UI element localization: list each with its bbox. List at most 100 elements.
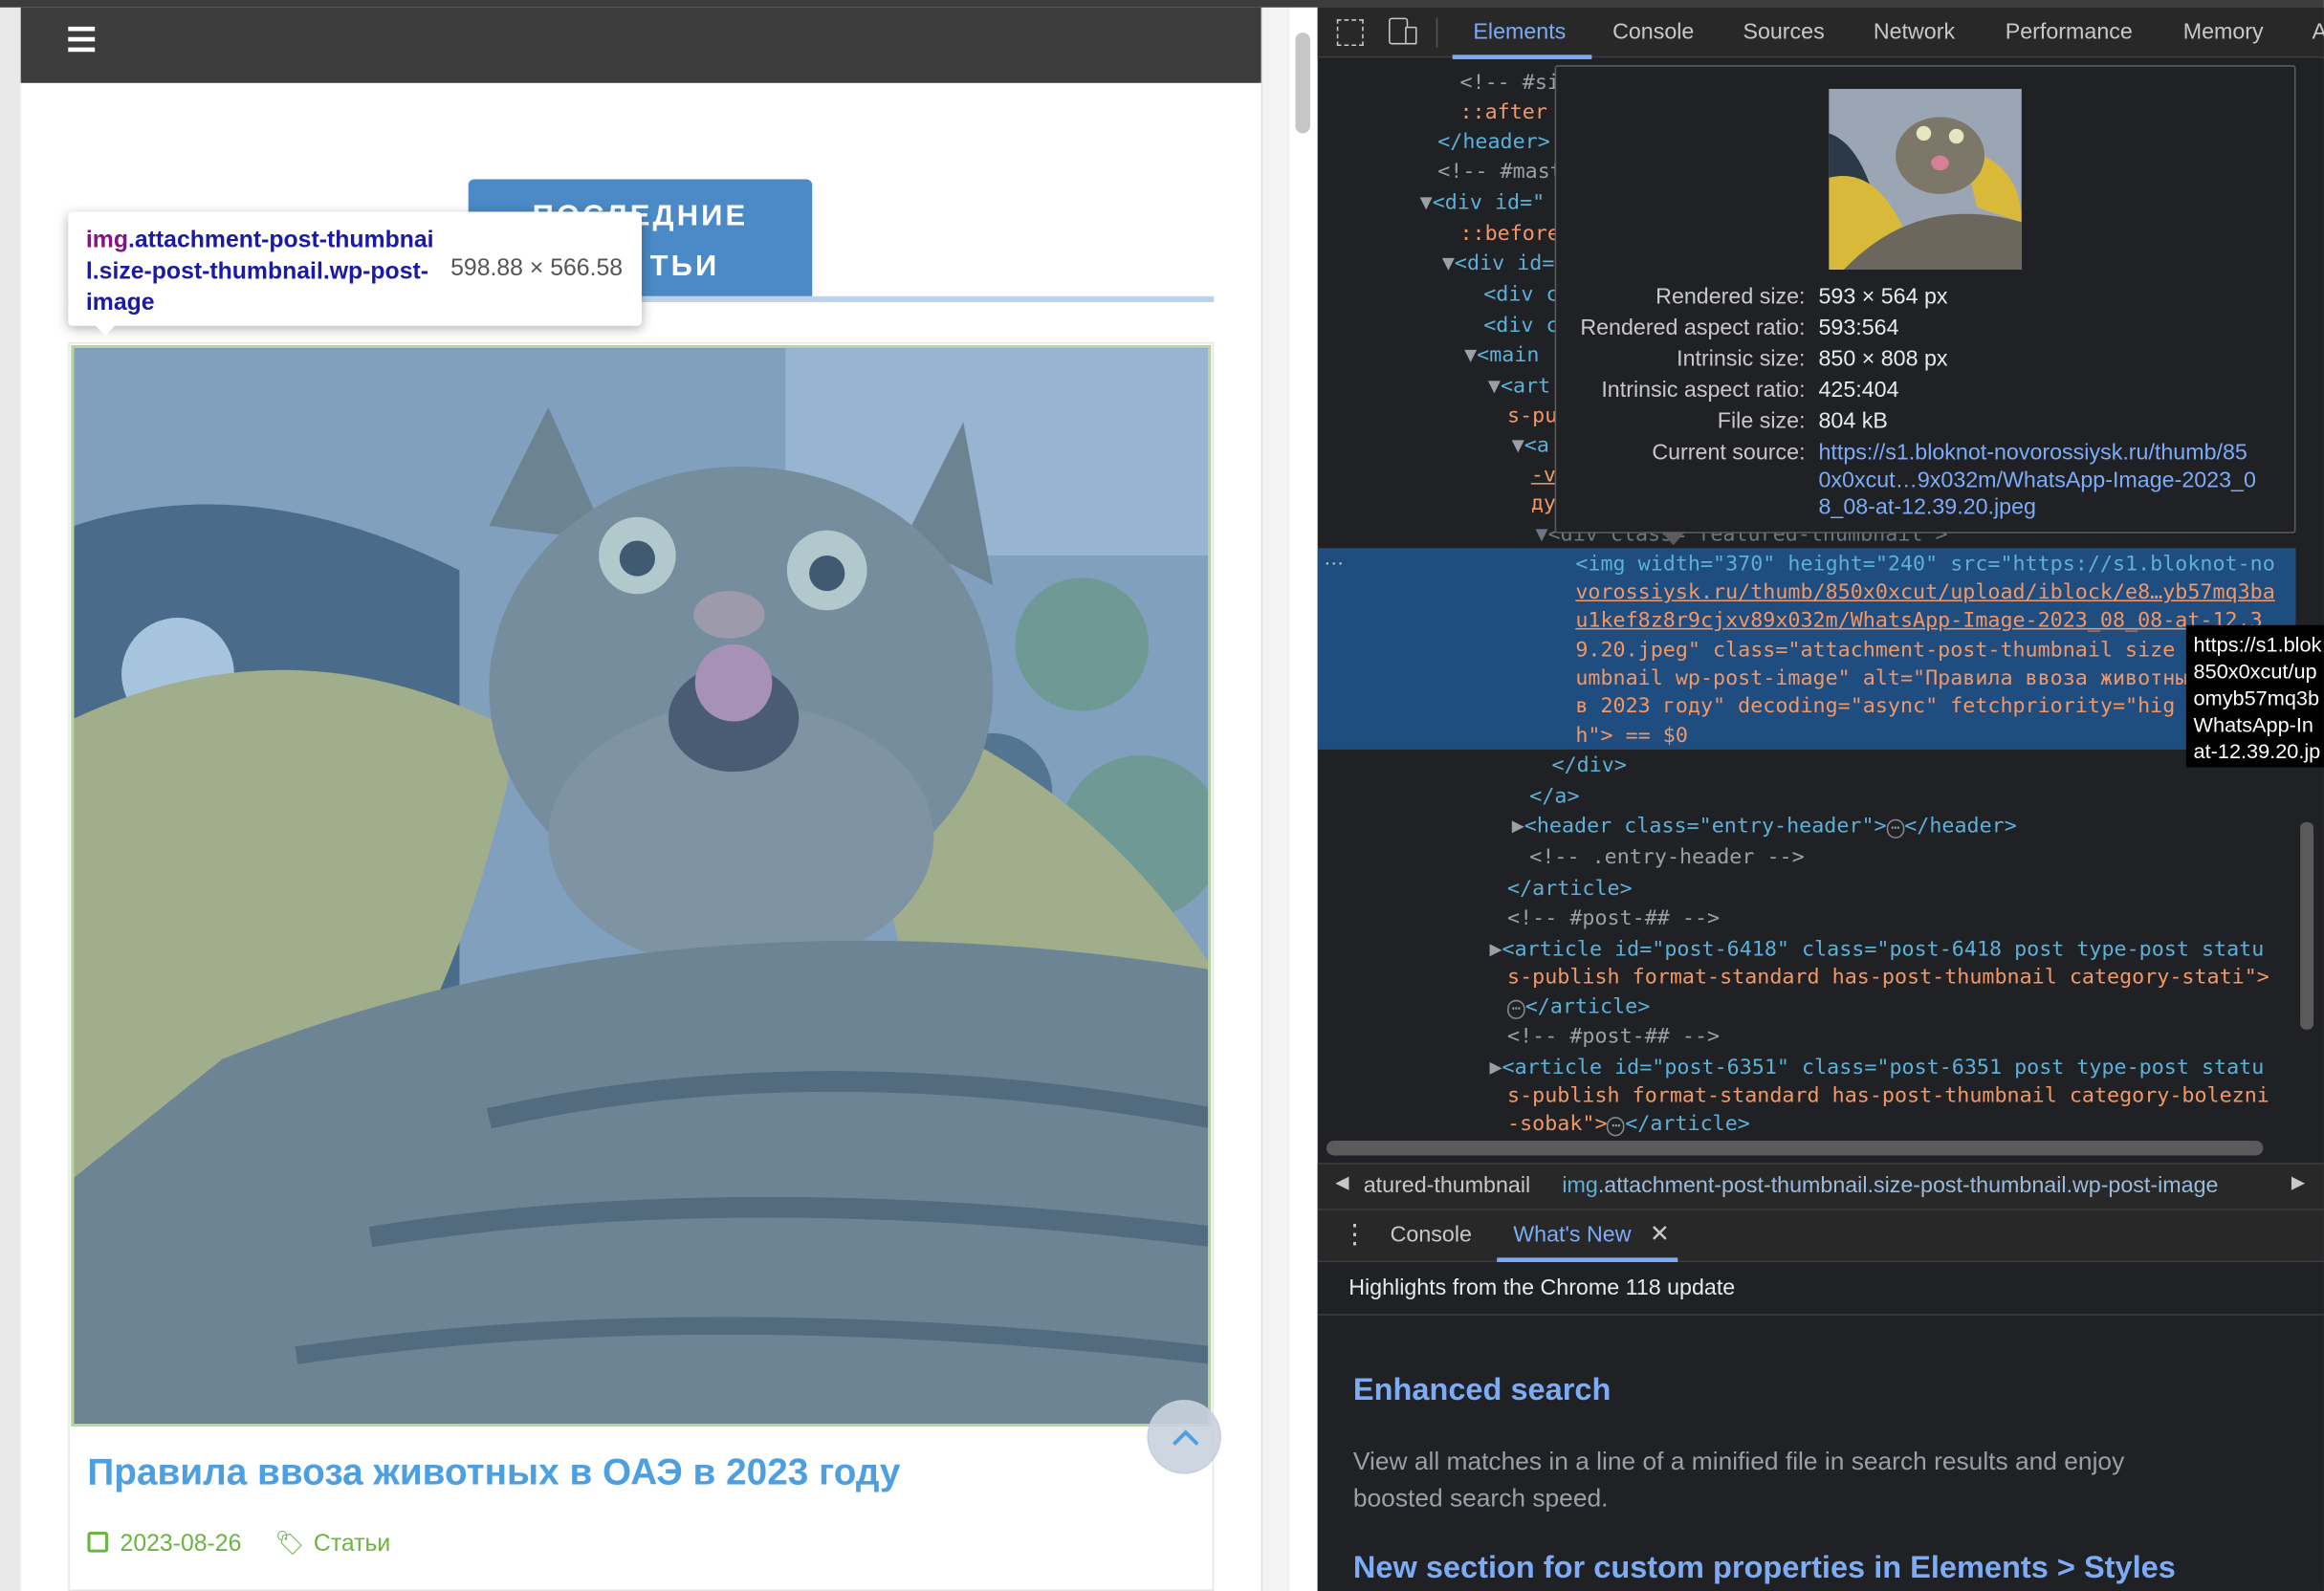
element-inspect-tooltip: img.attachment-post-thumbnail.size-post-… xyxy=(68,211,643,326)
image-preview-thumbnail xyxy=(1829,88,2022,270)
dom-line[interactable]: </a> xyxy=(1529,782,1579,812)
dom-line[interactable]: s-publish format-standard has-post-thumb… xyxy=(1507,963,2269,992)
dom-img-line[interactable]: u1kef8z8r9cjxv89x032m/WhatsApp-Image-202… xyxy=(1575,606,2262,636)
close-icon[interactable]: ✕ xyxy=(1650,1219,1670,1249)
dom-line[interactable]: <!-- #mast xyxy=(1437,157,1563,186)
current-source-link-1[interactable]: https://s1.bloknot-novorossiysk.ru/thumb… xyxy=(1818,440,2247,465)
dom-horizontal-scrollbar[interactable] xyxy=(1326,1140,2264,1156)
highlights-heading: Highlights from the Chrome 118 update xyxy=(1348,1275,1736,1301)
dom-line[interactable]: ду xyxy=(1531,489,1556,518)
dom-line[interactable]: s-publish format-standard has-post-thumb… xyxy=(1507,1081,2269,1111)
custom-properties-link[interactable]: New section for custom properties in Ele… xyxy=(1353,1551,2176,1586)
intrinsic-ratio-value: 425:404 xyxy=(1818,378,1899,403)
cat-thumbnail-illustration xyxy=(1829,88,2022,270)
dom-line[interactable]: ::before xyxy=(1459,219,1560,249)
tab-network[interactable]: Network xyxy=(1874,8,1955,58)
enhanced-search-desc-2: boosted search speed. xyxy=(1352,1484,1609,1513)
dom-img-line[interactable]: 9.20.jpeg" class="attachment-post-thumbn… xyxy=(1575,636,2175,665)
post-category-link[interactable]: Статьи xyxy=(314,1532,390,1557)
tooltip-selector: img.attachment-post-thumbnail.size-post-… xyxy=(85,228,434,316)
current-source-link-3[interactable]: 8_08-at-12.39.20.jpeg xyxy=(1818,494,2035,519)
dom-line[interactable]: ::after xyxy=(1459,98,1546,127)
dom-line[interactable]: <!-- #si xyxy=(1459,68,1560,98)
dom-line[interactable]: -v xyxy=(1531,461,1556,490)
dom-line[interactable]: </article> xyxy=(1507,874,1633,904)
panel-divider xyxy=(1317,1314,2324,1316)
dom-img-line[interactable]: h"> == $0 xyxy=(1575,722,1688,752)
dom-img-line[interactable]: <img width="370" height="240" src="https… xyxy=(1575,550,2274,579)
dom-line[interactable]: <!-- .entry-header --> xyxy=(1529,843,1804,873)
device-toolbar-icon[interactable] xyxy=(1389,17,1418,46)
breadcrumb-left-arrow-icon[interactable]: ◀ xyxy=(1335,1171,1348,1192)
intrinsic-ratio-label: Intrinsic aspect ratio: xyxy=(1601,378,1806,403)
file-size-label: File size: xyxy=(1717,408,1806,434)
dom-line[interactable]: <div c xyxy=(1483,311,1558,340)
chevron-up-icon xyxy=(1172,1429,1199,1446)
page-left-gutter xyxy=(0,7,21,1591)
tab-more[interactable]: A xyxy=(2313,8,2324,58)
tab-sources[interactable]: Sources xyxy=(1743,8,1824,58)
dom-img-line[interactable]: vorossiysk.ru/thumb/850x0xcut/upload/ibl… xyxy=(1575,578,2274,607)
enhanced-search-desc-1: View all matches in a line of a minified… xyxy=(1352,1447,2125,1476)
post-date: 2023-08-26 xyxy=(120,1531,242,1558)
dom-line[interactable]: -sobak"> ⋯ </article> xyxy=(1507,1109,1750,1142)
dom-img-line[interactable]: umbnail wp-post-image" alt="Правила ввоз… xyxy=(1575,664,2187,693)
dom-line[interactable]: <!-- #post-## --> xyxy=(1507,904,1720,933)
ellipsis-badge-icon: ⋯ xyxy=(1507,999,1525,1019)
dom-line[interactable]: ▼<main xyxy=(1464,340,1539,370)
dom-line[interactable]: <!-- #post-## --> xyxy=(1507,1022,1720,1052)
dom-line[interactable]: ▼<div id=" xyxy=(1420,188,1546,218)
breadcrumb-parent[interactable]: atured-thumbnail xyxy=(1364,1173,1530,1198)
tab-elements[interactable]: Elements xyxy=(1473,8,1566,58)
dom-scroll-thumb[interactable] xyxy=(2300,821,2314,1030)
file-size-value: 804 kB xyxy=(1818,408,1888,434)
intrinsic-size-value: 850 × 808 px xyxy=(1818,346,1948,372)
breadcrumb-right-arrow-icon[interactable]: ▶ xyxy=(2291,1171,2305,1192)
current-source-link-2[interactable]: 0x0xcut…9x032m/WhatsApp-Image-2023_0 xyxy=(1818,469,2255,493)
row-actions-icon[interactable]: … xyxy=(1324,545,1345,569)
whats-new-panel xyxy=(1317,1262,2324,1591)
tab-performance[interactable]: Performance xyxy=(2006,8,2133,58)
post-meta: 2023-08-26 🏷 Статьи xyxy=(87,1529,390,1558)
dom-line[interactable]: ▼<art xyxy=(1488,372,1550,402)
dom-line[interactable]: s-pu xyxy=(1507,402,1557,431)
rendered-size-value: 593 × 564 px xyxy=(1818,284,1948,310)
tab-memory[interactable]: Memory xyxy=(2183,8,2264,58)
dom-line[interactable]: <div c xyxy=(1483,280,1558,310)
window-top-strip xyxy=(0,0,2324,8)
toolbar-divider xyxy=(1436,17,1438,48)
tab-console[interactable]: Console xyxy=(1612,8,1694,58)
hamburger-menu-icon[interactable] xyxy=(59,21,103,59)
tooltip-dimensions: 598.88 × 566.58 xyxy=(450,256,624,282)
tag-icon: 🏷 xyxy=(274,1531,305,1558)
dom-line[interactable]: </header> xyxy=(1437,127,1550,157)
post-title-link[interactable]: Правила ввоза животных в ОАЭ в 2023 году xyxy=(87,1451,900,1494)
site-top-bar xyxy=(20,7,1261,83)
scroll-to-top-button[interactable] xyxy=(1147,1400,1221,1474)
calendar-icon xyxy=(87,1531,109,1553)
current-source-label: Current source: xyxy=(1652,440,1806,466)
dom-line[interactable]: ▶<article id="post-6418" class="post-641… xyxy=(1489,935,2264,965)
popover-pointer xyxy=(1661,532,1686,546)
rendered-ratio-value: 593:564 xyxy=(1818,316,1899,341)
ellipsis-badge-icon: ⋯ xyxy=(1607,1117,1626,1137)
dom-line[interactable]: ▼<div id= xyxy=(1442,249,1555,278)
active-tab-indicator xyxy=(1452,54,1592,59)
intrinsic-size-label: Intrinsic size: xyxy=(1677,346,1806,372)
post-thumbnail-image[interactable] xyxy=(71,344,1212,1427)
inspect-element-icon[interactable] xyxy=(1336,19,1364,47)
drawer-tab-whats-new[interactable]: What's New xyxy=(1513,1222,1631,1247)
dom-img-line[interactable]: в 2023 году" decoding="async" fetchprior… xyxy=(1575,692,2175,722)
page-scrollbar[interactable] xyxy=(1295,33,1310,134)
dom-line[interactable]: ⋯ </article> xyxy=(1507,992,1650,1025)
dom-line[interactable]: ▶<header class="entry-header"> ⋯ </header> xyxy=(1512,812,2017,844)
drawer-menu-icon[interactable]: ⋮ xyxy=(1341,1221,1368,1248)
drawer-tab-console[interactable]: Console xyxy=(1391,1222,1472,1247)
rendered-ratio-label: Rendered aspect ratio: xyxy=(1580,316,1806,341)
enhanced-search-link[interactable]: Enhanced search xyxy=(1353,1373,1611,1408)
dom-line[interactable]: </div> xyxy=(1552,751,1627,780)
dom-line[interactable]: ▶<article id="post-6351" class="post-635… xyxy=(1489,1054,2264,1083)
dom-line[interactable]: ▼<a xyxy=(1512,431,1549,461)
breadcrumb-current[interactable]: img.attachment-post-thumbnail.size-post-… xyxy=(1562,1173,2218,1198)
element-highlight-overlay xyxy=(74,348,1209,1424)
